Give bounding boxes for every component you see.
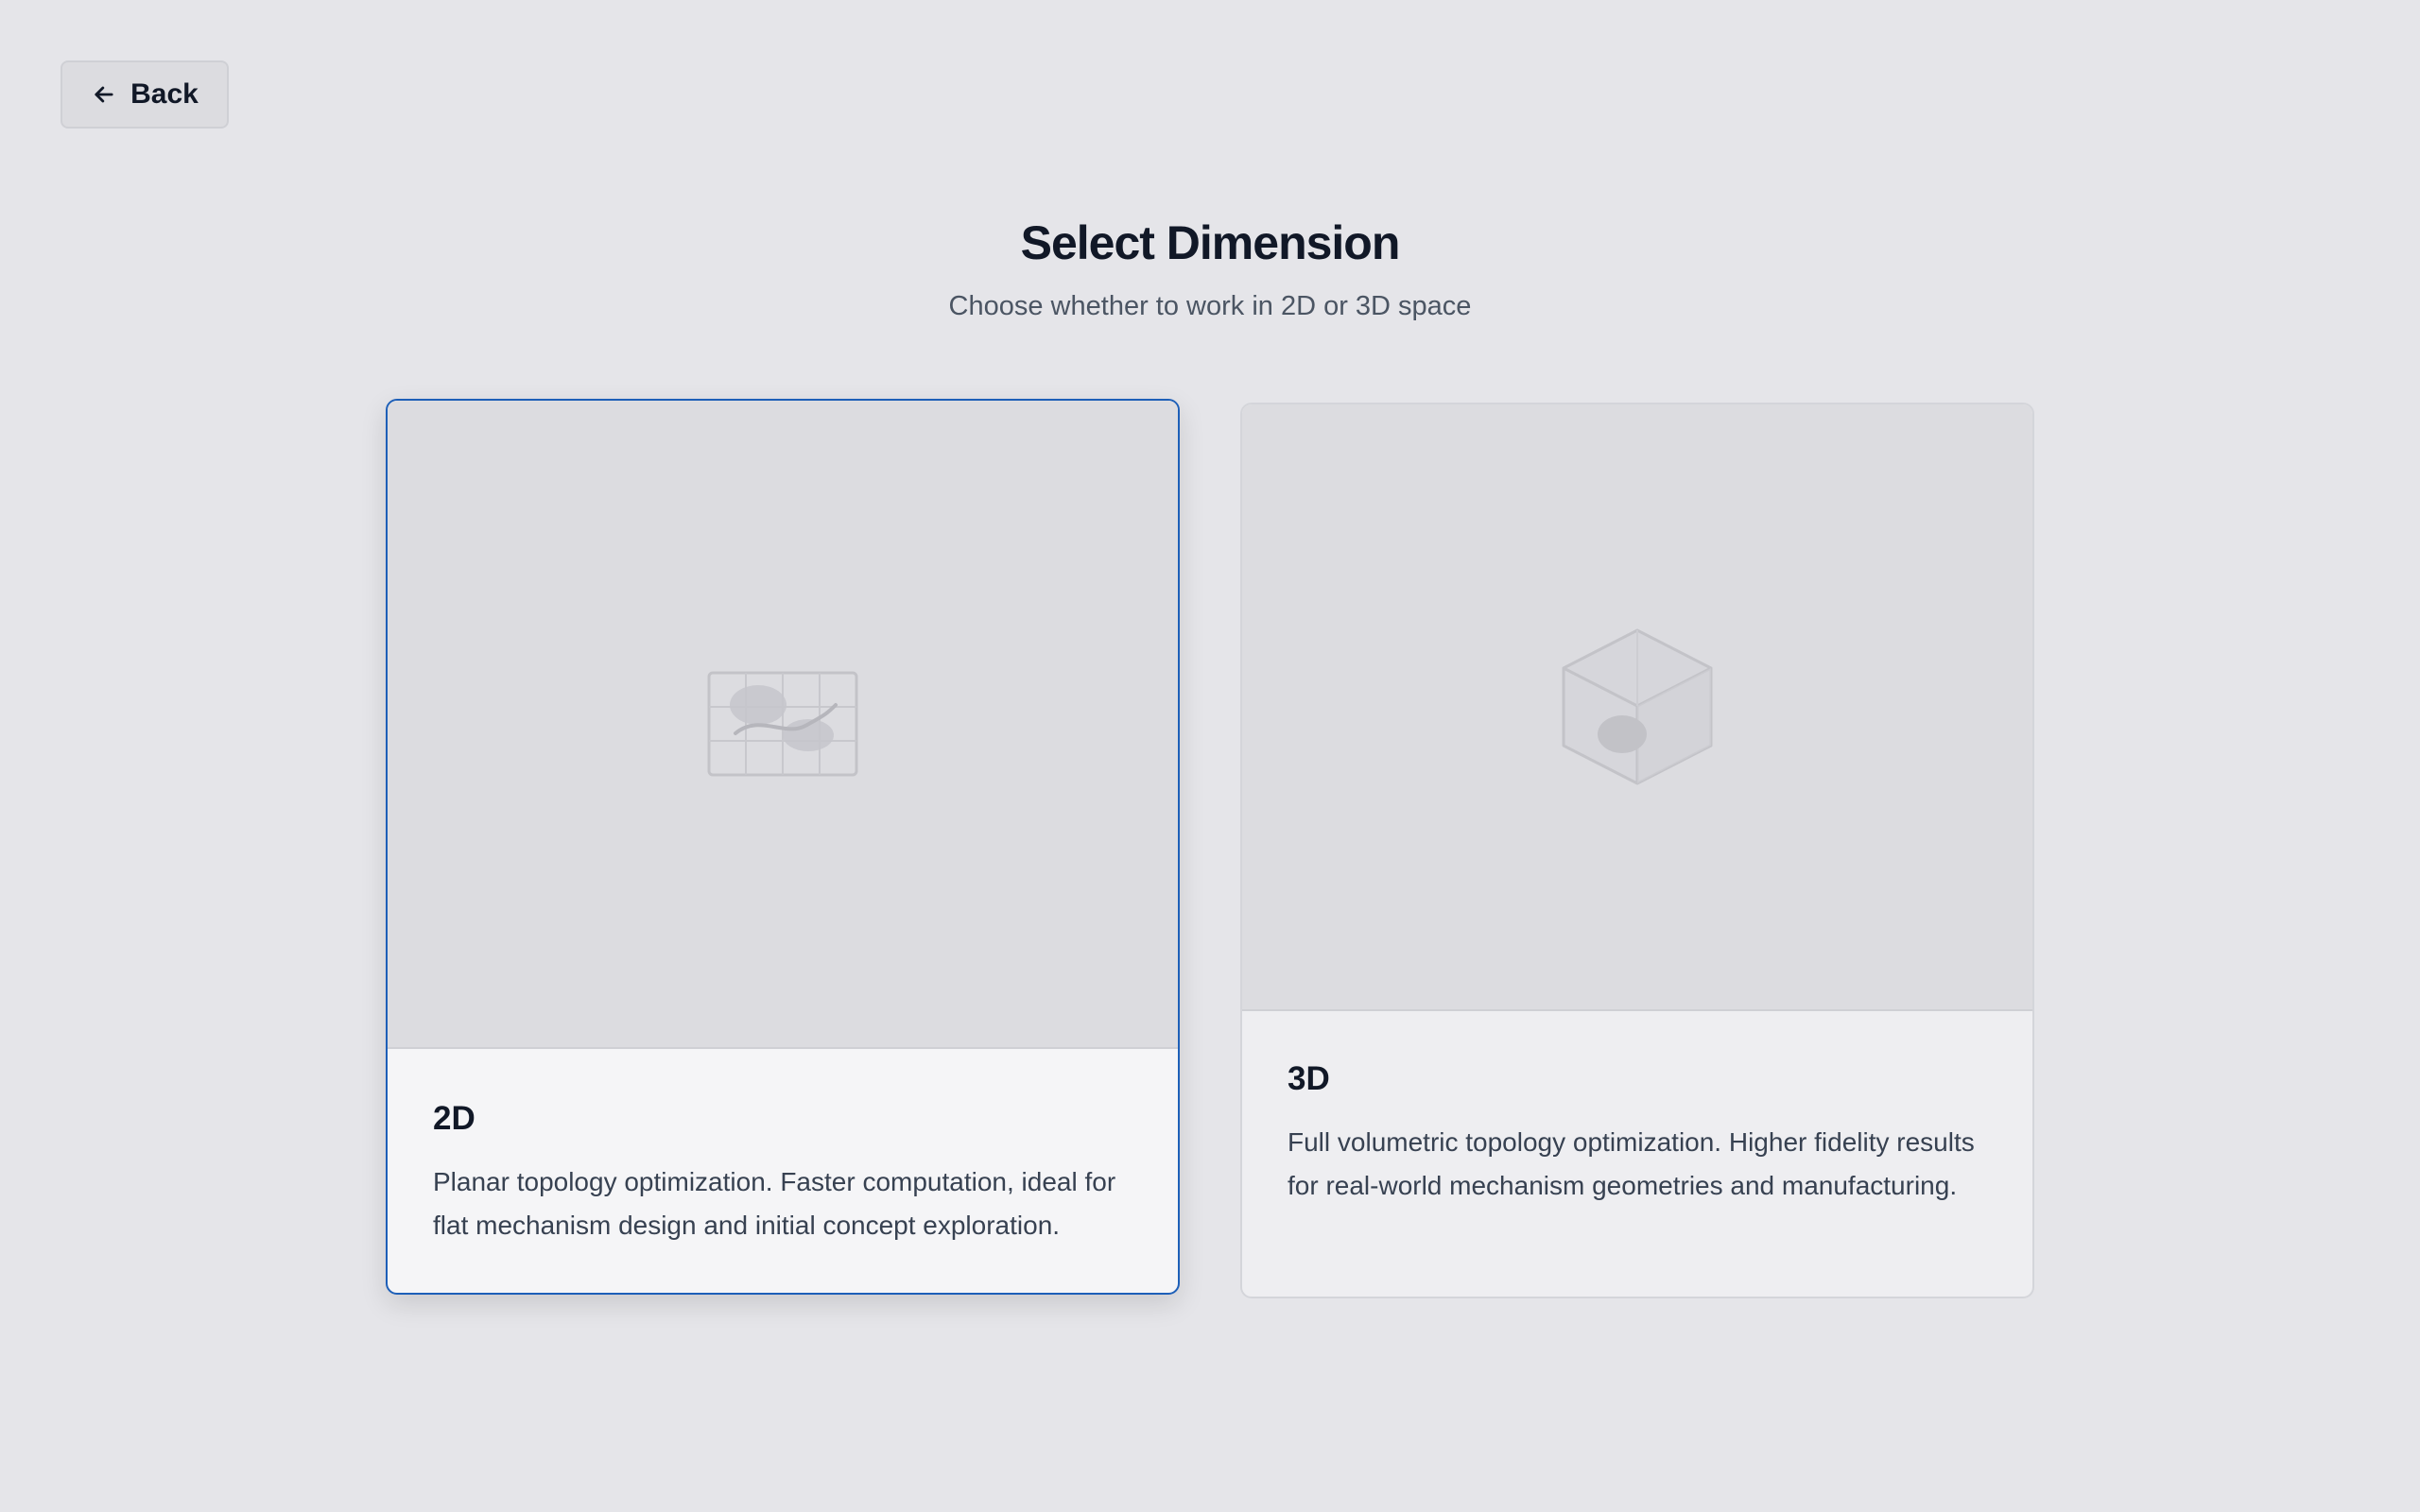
option-card-2d[interactable]: 2D Planar topology optimization. Faster … [386, 399, 1180, 1295]
planar-grid-icon [707, 671, 858, 777]
option-preview-3d [1242, 404, 2032, 1011]
option-preview-2d [388, 401, 1178, 1049]
arrow-left-icon [95, 86, 113, 103]
option-title-2d: 2D [433, 1100, 475, 1137]
option-body-2d: 2D Planar topology optimization. Faster … [433, 1100, 1132, 1247]
option-description-2d: Planar topology optimization. Faster com… [433, 1167, 1116, 1240]
cube-icon [1562, 628, 1713, 785]
page-title: Select Dimension [1020, 216, 1401, 269]
page-subtitle: Choose whether to work in 2D or 3D space [948, 291, 1472, 321]
option-card-3d[interactable]: 3D Full volumetric topology optimization… [1240, 403, 2034, 1298]
option-description-3d: Full volumetric topology optimization. H… [1288, 1127, 1975, 1200]
dimension-select-page: Back Select Dimension Choose whether to … [0, 0, 2420, 1512]
option-body-3d: 3D Full volumetric topology optimization… [1288, 1060, 1987, 1208]
option-title-3d: 3D [1288, 1060, 1330, 1097]
back-button[interactable]: Back [60, 60, 229, 129]
back-button-label: Back [130, 78, 199, 110]
